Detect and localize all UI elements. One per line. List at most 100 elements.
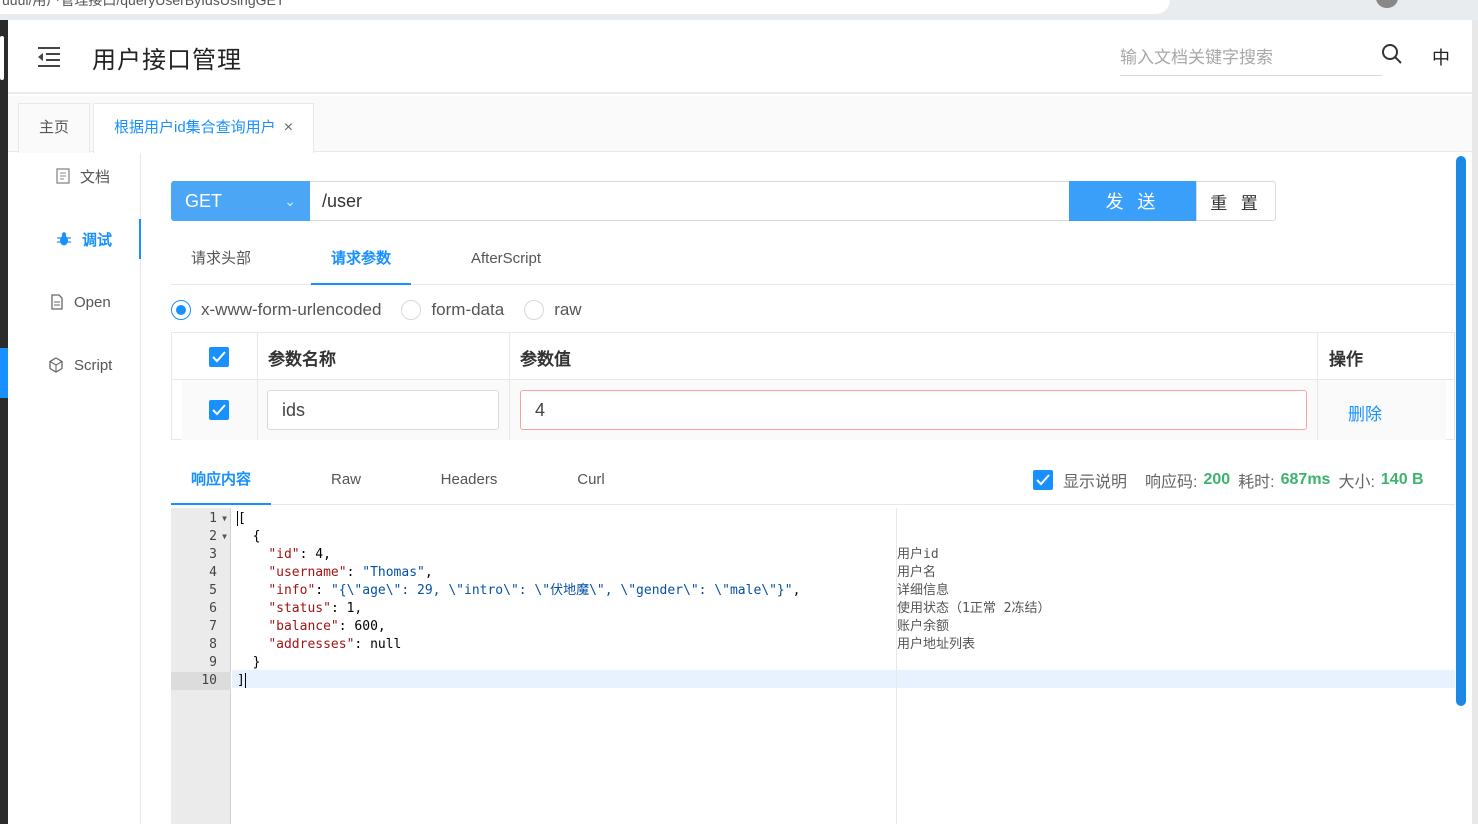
param-name-input[interactable] (267, 390, 499, 430)
tab-query-users-by-ids[interactable]: 根据用户id集合查询用户 × (93, 103, 315, 153)
nav-item-docs[interactable]: 文档 (8, 156, 141, 196)
line-number-gutter: 1 ▼ 2 ▼ 3 4 5 6 7 8 9 10 (171, 508, 231, 824)
close-icon[interactable]: × (284, 119, 293, 136)
browser-profile-avatar[interactable] (1376, 0, 1398, 8)
reset-button[interactable]: 重 置 (1196, 181, 1276, 221)
radio-form-data[interactable]: form-data (401, 300, 504, 320)
check-icon (212, 404, 226, 416)
radio-raw[interactable]: raw (524, 300, 582, 320)
doc-search-input[interactable] (1120, 40, 1382, 76)
tab-response-raw[interactable]: Raw (296, 458, 396, 505)
file-icon (51, 294, 63, 310)
response-meta: 显示说明 响应码: 200 耗时: 687ms 大小: 140 B (1033, 468, 1432, 492)
code-line: "balance": 600, (268, 619, 386, 634)
window-left-edge (0, 20, 8, 824)
code-line: [ (237, 511, 246, 526)
status-code-value: 200 (1203, 471, 1231, 488)
radio-label: raw (554, 300, 582, 319)
browser-address-bar[interactable]: uuul/用户管理接口/queryUserByIdsUsingGET (0, 0, 1170, 14)
column-header-value: 参数值 (520, 350, 571, 369)
delete-param-link[interactable]: 删除 (1348, 400, 1382, 425)
field-note: 用户名 (897, 565, 937, 580)
language-toggle[interactable]: 中 (1432, 44, 1450, 70)
code-line: } (237, 655, 261, 670)
nav-item-open[interactable]: Open (8, 282, 141, 322)
show-description-label: 显示说明 (1063, 474, 1128, 491)
response-editor[interactable]: 1 ▼ 2 ▼ 3 4 5 6 7 8 9 10 [ { "id": 4, "use… (171, 508, 1455, 824)
radio-dot (171, 300, 191, 320)
fold-arrow-icon[interactable]: ▼ (222, 510, 227, 528)
tab-response-body[interactable]: 响应内容 (171, 458, 271, 505)
app-header: 用户接口管理 中 (8, 20, 1472, 94)
code-sandbox-icon (49, 357, 63, 373)
line-number: 2 ▼ (209, 528, 227, 546)
tab-after-script[interactable]: AfterScript (451, 236, 561, 285)
field-note: 使用状态（1正常 2冻结） (897, 601, 1051, 616)
nav-item-label: 调试 (82, 231, 113, 249)
radio-x-www-form-urlencoded[interactable]: x-www-form-urlencoded (171, 300, 381, 320)
http-method-select[interactable]: GET ⌄ (171, 181, 310, 221)
code-line: "id": 4, (268, 547, 331, 562)
chevron-down-icon: ⌄ (284, 193, 296, 209)
tab-request-params[interactable]: 请求参数 (311, 236, 411, 285)
code-line: { (237, 529, 261, 544)
nav-item-label: Open (74, 293, 111, 311)
code-line: "username": "Thomas", (268, 565, 433, 580)
window-left-edge-marker (0, 36, 4, 80)
show-description-checkbox[interactable] (1033, 470, 1053, 490)
column-header-action: 操作 (1329, 350, 1363, 369)
page-tabs: 主页 根据用户id集合查询用户 × (8, 96, 1472, 153)
elapsed-time-value: 687ms (1280, 471, 1331, 488)
line-number: 3 (209, 547, 217, 562)
http-method-value: GET (185, 191, 223, 211)
param-value-input[interactable] (520, 390, 1307, 430)
nav-item-label: 文档 (80, 168, 111, 186)
column-divider (1317, 333, 1318, 440)
tab-label: 主页 (39, 119, 70, 136)
side-nav: 文档 调试 Open Script (8, 153, 141, 824)
column-divider (257, 333, 258, 440)
request-url-input[interactable] (310, 181, 1070, 221)
line-number: 5 (209, 583, 217, 598)
tab-response-headers[interactable]: Headers (419, 458, 519, 505)
radio-dot (401, 300, 422, 320)
line-number: 9 (209, 655, 217, 670)
response-size-value: 140 B (1380, 471, 1424, 488)
nav-item-debug[interactable]: 调试 (8, 219, 141, 259)
active-line-highlight (232, 670, 1455, 688)
line-number: 8 (209, 637, 217, 652)
check-icon (1036, 474, 1050, 486)
request-tabs: 请求头部 请求参数 AfterScript (171, 236, 1455, 285)
code-line: "addresses": null (268, 637, 402, 652)
tab-response-curl[interactable]: Curl (541, 458, 641, 505)
window-left-edge-accent (0, 348, 8, 398)
column-divider (509, 333, 510, 440)
row-checkbox[interactable] (209, 400, 229, 420)
menu-fold-icon[interactable] (36, 44, 62, 68)
search-icon[interactable] (1380, 42, 1404, 66)
radio-label: x-www-form-urlencoded (201, 300, 382, 319)
code-line: ] (237, 673, 246, 688)
field-note: 详细信息 (897, 583, 950, 598)
column-header-name: 参数名称 (268, 350, 336, 369)
radio-label: form-data (431, 300, 505, 319)
body-type-radio-group: x-www-form-urlencoded form-data raw (171, 296, 602, 324)
field-note: 用户id (897, 547, 939, 562)
nav-item-script[interactable]: Script (8, 345, 141, 385)
params-table: 参数名称 参数值 操作 删除 (171, 332, 1455, 440)
browser-toolbar: uuul/用户管理接口/queryUserByIdsUsingGET (0, 0, 1478, 20)
fold-arrow-icon[interactable]: ▼ (222, 528, 227, 546)
tab-request-headers[interactable]: 请求头部 (171, 236, 271, 285)
send-button[interactable]: 发 送 (1069, 181, 1196, 221)
bug-icon (57, 232, 71, 246)
tab-home[interactable]: 主页 (18, 103, 91, 153)
vertical-scrollbar[interactable] (1456, 156, 1466, 706)
status-code-label: 响应码: (1145, 474, 1198, 491)
line-number: 1 ▼ (209, 510, 227, 528)
radio-dot (524, 300, 545, 320)
check-icon (212, 351, 226, 363)
line-number: 4 (209, 565, 217, 580)
select-all-checkbox[interactable] (209, 347, 229, 367)
line-number: 6 (209, 601, 217, 616)
field-note: 账户余额 (897, 619, 950, 634)
